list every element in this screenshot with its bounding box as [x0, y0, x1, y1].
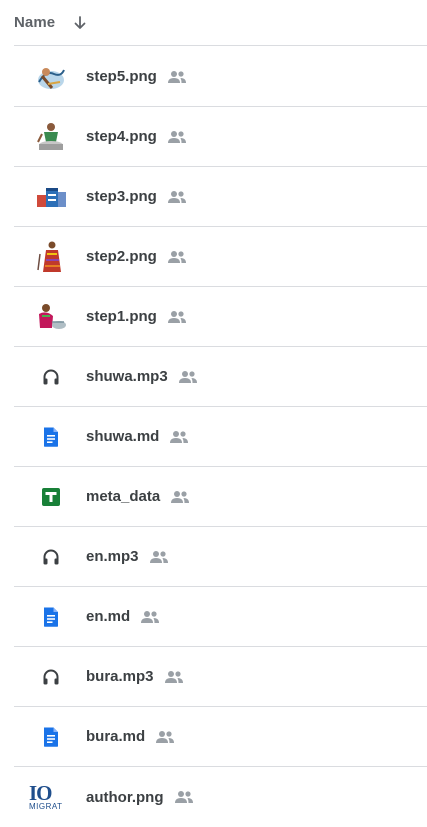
shared-people-icon — [154, 729, 176, 745]
shared-people-icon — [168, 429, 190, 445]
file-name[interactable]: author.png — [86, 789, 164, 806]
image-thumbnail — [33, 179, 69, 215]
file-name[interactable]: shuwa.mp3 — [86, 368, 168, 385]
file-row[interactable]: shuwa.md — [14, 407, 427, 467]
file-name[interactable]: step1.png — [86, 308, 157, 325]
shared-people-icon — [177, 369, 199, 385]
file-row[interactable]: step5.png — [14, 47, 427, 107]
shared-people-icon — [166, 249, 188, 265]
author-logo-subtext: MIGRAT — [29, 801, 63, 811]
document-icon — [33, 719, 69, 755]
file-row[interactable]: en.mp3 — [14, 527, 427, 587]
spreadsheet-icon — [33, 479, 69, 515]
file-row[interactable]: shuwa.mp3 — [14, 347, 427, 407]
shared-people-icon — [148, 549, 170, 565]
image-thumbnail — [33, 299, 69, 335]
file-name[interactable]: step3.png — [86, 188, 157, 205]
file-name[interactable]: en.md — [86, 608, 130, 625]
file-list: step5.png step4.png step3.png step2.png … — [14, 47, 427, 827]
file-row[interactable]: IO MIGRAT author.png — [14, 767, 427, 827]
file-row[interactable]: bura.md — [14, 707, 427, 767]
shared-people-icon — [139, 609, 161, 625]
name-column-header[interactable]: Name — [14, 14, 55, 31]
file-row[interactable]: step4.png — [14, 107, 427, 167]
file-row[interactable]: step2.png — [14, 227, 427, 287]
list-header: Name — [14, 0, 427, 46]
file-name[interactable]: shuwa.md — [86, 428, 159, 445]
document-icon — [33, 419, 69, 455]
file-name[interactable]: meta_data — [86, 488, 160, 505]
image-thumbnail — [33, 59, 69, 95]
file-name[interactable]: en.mp3 — [86, 548, 139, 565]
image-thumbnail — [33, 239, 69, 275]
shared-people-icon — [166, 189, 188, 205]
shared-people-icon — [173, 789, 195, 805]
file-name[interactable]: step2.png — [86, 248, 157, 265]
headphones-icon — [33, 359, 69, 395]
file-row[interactable]: step3.png — [14, 167, 427, 227]
arrow-down-icon[interactable] — [71, 14, 89, 32]
file-row[interactable]: meta_data — [14, 467, 427, 527]
shared-people-icon — [166, 309, 188, 325]
headphones-icon — [33, 539, 69, 575]
author-logo-thumbnail: IO MIGRAT — [29, 780, 63, 814]
document-icon — [33, 599, 69, 635]
image-thumbnail: IO MIGRAT — [29, 779, 69, 815]
headphones-icon — [33, 659, 69, 695]
shared-people-icon — [169, 489, 191, 505]
file-list-panel: Name step5.png step4.png step3.png step2… — [0, 0, 427, 826]
file-name[interactable]: bura.mp3 — [86, 668, 154, 685]
shared-people-icon — [166, 69, 188, 85]
shared-people-icon — [163, 669, 185, 685]
author-logo-text: IO — [29, 780, 52, 805]
file-row[interactable]: step1.png — [14, 287, 427, 347]
file-name[interactable]: step4.png — [86, 128, 157, 145]
file-name[interactable]: step5.png — [86, 68, 157, 85]
shared-people-icon — [166, 129, 188, 145]
image-thumbnail — [33, 119, 69, 155]
file-name[interactable]: bura.md — [86, 728, 145, 745]
file-row[interactable]: en.md — [14, 587, 427, 647]
file-row[interactable]: bura.mp3 — [14, 647, 427, 707]
